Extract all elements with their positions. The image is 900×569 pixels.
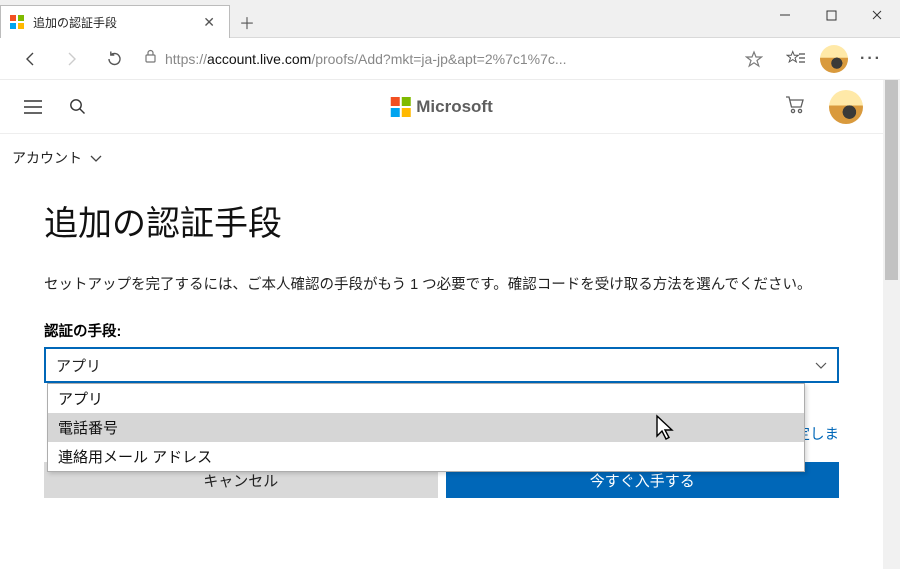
select-label: 認証の手段: — [44, 320, 839, 341]
more-menu-button[interactable]: ··· — [854, 50, 888, 68]
tab-title: 追加の認証手段 — [33, 14, 199, 31]
new-tab-button[interactable]: ＋ — [230, 5, 264, 38]
favorite-button[interactable] — [736, 43, 772, 75]
select-option-phone[interactable]: 電話番号 — [48, 413, 804, 442]
window-minimize-button[interactable] — [762, 0, 808, 30]
browser-titlebar: 追加の認証手段 ✕ ＋ — [0, 0, 900, 38]
cart-icon[interactable] — [785, 95, 805, 119]
chevron-down-icon — [815, 357, 827, 374]
browser-address-bar: https://account.live.com/proofs/Add?mkt=… — [0, 38, 900, 80]
favorites-list-button[interactable] — [778, 43, 814, 75]
select-dropdown: アプリ 電話番号 連絡用メール アドレス — [47, 383, 805, 472]
breadcrumb[interactable]: アカウント — [0, 134, 883, 176]
address-box[interactable]: https://account.live.com/proofs/Add?mkt=… — [138, 44, 730, 74]
select-option-app[interactable]: アプリ — [48, 384, 804, 413]
profile-avatar[interactable] — [820, 45, 848, 73]
microsoft-logo-text: Microsoft — [416, 97, 493, 117]
user-avatar[interactable] — [829, 90, 863, 124]
nav-forward-button[interactable] — [54, 43, 90, 75]
main-content: 追加の認証手段 セットアップを完了するには、ご本人確認の手段がもう 1 つ必要で… — [0, 176, 883, 538]
verification-method-select-wrap: アプリ アプリ 電話番号 連絡用メール アドレス — [44, 347, 839, 383]
menu-icon[interactable] — [20, 94, 46, 120]
page-description: セットアップを完了するには、ご本人確認の手段がもう 1 つ必要です。確認コードを… — [44, 273, 839, 294]
select-value: アプリ — [56, 355, 101, 376]
address-url: https://account.live.com/proofs/Add?mkt=… — [165, 51, 567, 67]
window-close-button[interactable] — [854, 0, 900, 30]
browser-tab[interactable]: 追加の認証手段 ✕ — [0, 5, 230, 38]
microsoft-logo-icon — [390, 97, 410, 117]
lock-icon — [144, 49, 157, 69]
nav-back-button[interactable] — [12, 43, 48, 75]
chevron-down-icon — [90, 150, 102, 166]
page-header: Microsoft — [0, 80, 883, 134]
window-maximize-button[interactable] — [808, 0, 854, 30]
verification-method-select[interactable]: アプリ — [44, 347, 839, 383]
tab-close-icon[interactable]: ✕ — [199, 14, 219, 31]
page-title: 追加の認証手段 — [44, 196, 839, 245]
nav-refresh-button[interactable] — [96, 43, 132, 75]
breadcrumb-label: アカウント — [12, 148, 82, 168]
select-option-email[interactable]: 連絡用メール アドレス — [48, 442, 804, 471]
search-icon[interactable] — [64, 94, 90, 120]
vertical-scrollbar[interactable] — [883, 80, 900, 569]
page-content: Microsoft アカウント 追加の認証手段 セットアップを完了するには、ご本… — [0, 80, 883, 569]
microsoft-logo[interactable]: Microsoft — [390, 97, 493, 117]
tab-favicon — [9, 14, 25, 30]
scrollbar-thumb[interactable] — [885, 80, 898, 280]
